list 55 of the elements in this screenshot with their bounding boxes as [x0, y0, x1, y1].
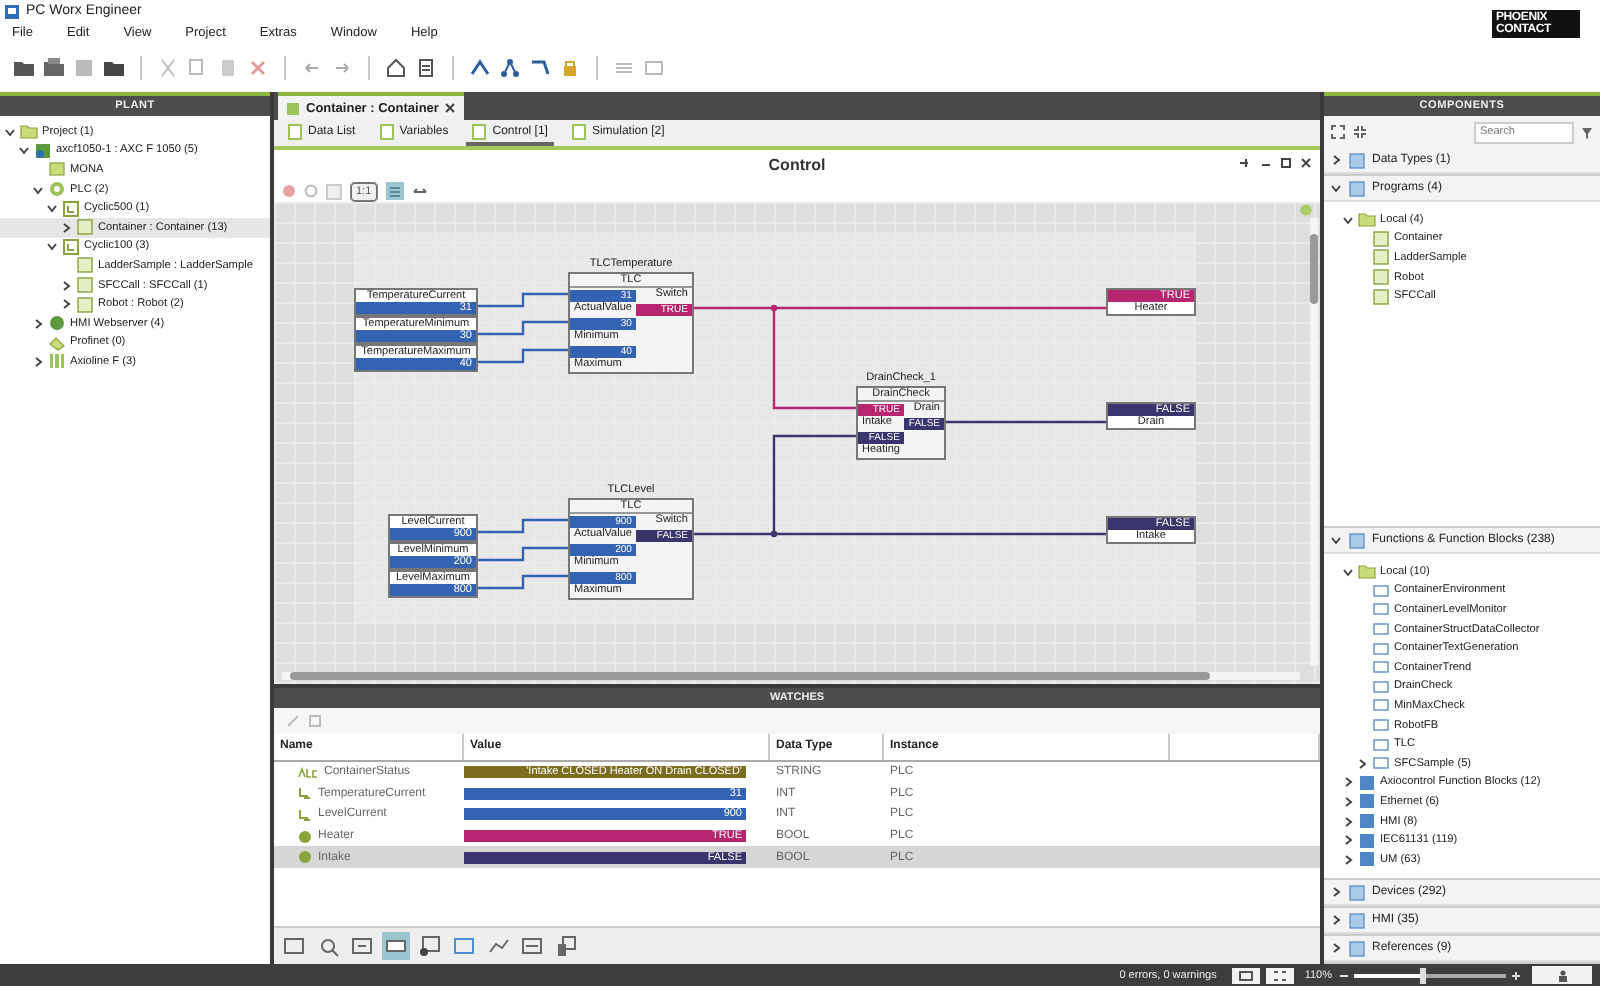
- text-icon: [298, 765, 318, 780]
- minimize-icon[interactable]: [1260, 158, 1272, 168]
- panel-title: Control: [768, 156, 826, 174]
- status-dot-icon: [1300, 204, 1312, 216]
- connection-wire: [478, 320, 568, 336]
- view-button[interactable]: [416, 932, 444, 960]
- view-button[interactable]: [552, 932, 580, 960]
- view-button[interactable]: [382, 932, 410, 960]
- program-icon: [286, 101, 300, 115]
- connection-wire: [478, 546, 568, 562]
- minus-icon[interactable]: [1340, 971, 1348, 979]
- maximize-icon[interactable]: [1280, 158, 1292, 168]
- database-icon: [554, 934, 578, 958]
- fit-icon: [1238, 969, 1255, 981]
- view-button[interactable]: [280, 932, 308, 960]
- window-icon: [384, 934, 408, 958]
- filter-icon[interactable]: [1580, 125, 1594, 139]
- close-icon[interactable]: [1300, 158, 1312, 168]
- chart-icon: [486, 934, 510, 958]
- window-icon: [520, 934, 544, 958]
- connection-wire: [478, 292, 568, 308]
- pin-icon[interactable]: [1240, 158, 1252, 168]
- collapse-all-icon[interactable]: [1352, 124, 1368, 140]
- view-button[interactable]: [348, 932, 376, 960]
- home-icon[interactable]: [384, 56, 408, 80]
- arrows-icon[interactable]: [411, 185, 428, 197]
- scrollbar[interactable]: [1310, 218, 1318, 666]
- controller-icon: [34, 141, 52, 160]
- zoom-full-button[interactable]: [1266, 967, 1295, 983]
- number-icon: [298, 807, 312, 822]
- zoom-fit-button[interactable]: [1232, 967, 1261, 983]
- scrollbar-thumb[interactable]: [1310, 234, 1318, 304]
- plus-icon[interactable]: [1512, 971, 1520, 979]
- task-icon: [62, 199, 80, 218]
- person-icon: [1557, 969, 1567, 981]
- module-icon: [48, 352, 66, 371]
- window-icon: [452, 934, 476, 958]
- slider-thumb[interactable]: [1419, 967, 1426, 983]
- task-icon: [62, 237, 80, 256]
- connection-wire: [478, 348, 568, 364]
- connection-wire: [478, 518, 568, 534]
- close-icon[interactable]: [444, 102, 457, 114]
- expand-all-icon[interactable]: [1330, 124, 1346, 140]
- window-icon: [282, 934, 306, 958]
- number-icon: [298, 786, 312, 801]
- connection-wire: [478, 574, 568, 590]
- search-icon: [316, 934, 340, 958]
- document-icon[interactable]: [414, 56, 438, 80]
- module-icon: [48, 160, 66, 179]
- junction-dot: [770, 304, 778, 312]
- user-button[interactable]: [1532, 966, 1592, 984]
- window-icon: [350, 934, 374, 958]
- window-icon: [418, 934, 442, 958]
- view-button[interactable]: [518, 932, 546, 960]
- junction-dot: [770, 530, 778, 538]
